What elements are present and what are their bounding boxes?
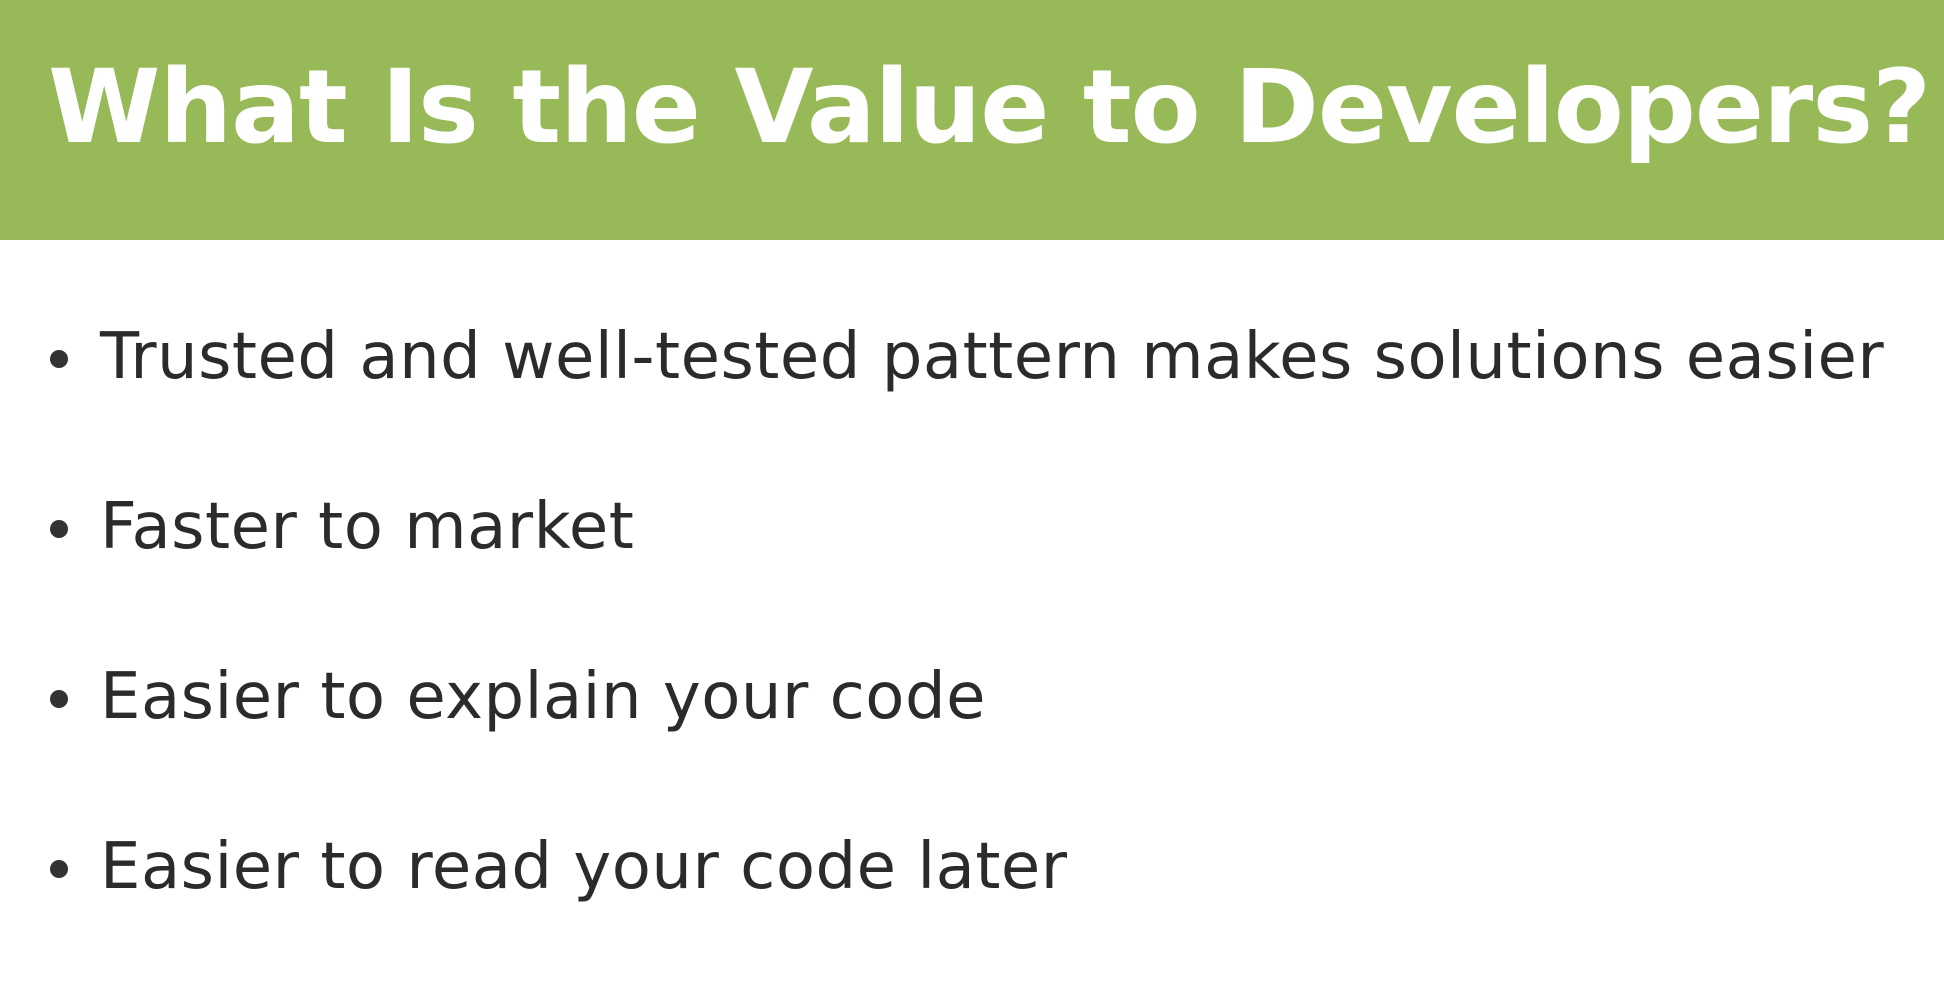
title-bar: What Is the Value to Developers? bbox=[0, 0, 1944, 240]
bullet-text: Easier to explain your code bbox=[100, 660, 986, 734]
bullet-dot-icon bbox=[50, 860, 68, 878]
slide: What Is the Value to Developers? Trusted… bbox=[0, 0, 1944, 990]
bullet-item: Faster to market bbox=[0, 482, 1944, 572]
bullet-item: Trusted and well-tested pattern makes so… bbox=[0, 312, 1944, 402]
bullet-text: Easier to read your code later bbox=[100, 830, 1068, 904]
bullet-item: Easier to read your code later bbox=[0, 822, 1944, 912]
bullet-dot-icon bbox=[50, 350, 68, 368]
bullet-text: Trusted and well-tested pattern makes so… bbox=[100, 320, 1885, 394]
bullet-dot-icon bbox=[50, 520, 68, 538]
slide-title: What Is the Value to Developers? bbox=[48, 48, 1931, 167]
bullet-text: Faster to market bbox=[100, 490, 635, 564]
bullet-item: Easier to explain your code bbox=[0, 652, 1944, 742]
bullet-dot-icon bbox=[50, 690, 68, 708]
